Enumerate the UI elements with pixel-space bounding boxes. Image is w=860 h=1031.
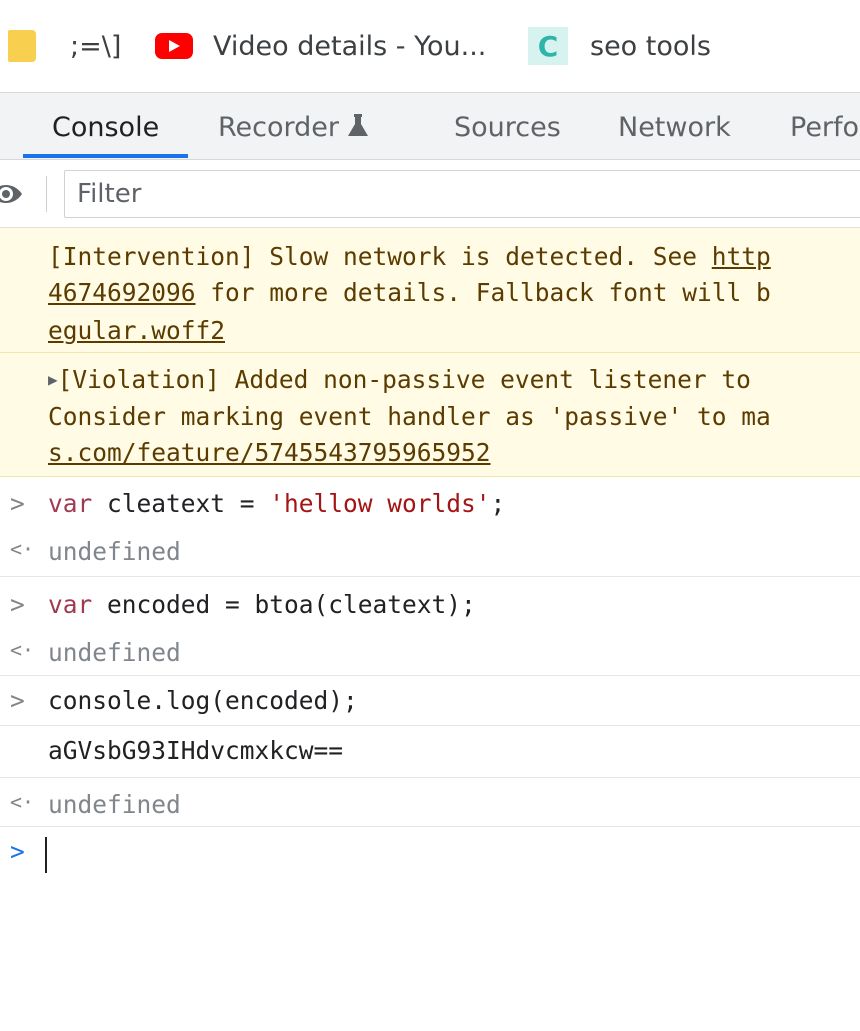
bookmarks-bar: ;=\] Video details - You... C seo tools bbox=[0, 0, 860, 92]
bookmark-folder[interactable]: ;=\] bbox=[8, 22, 121, 70]
bookmark-seo-label: seo tools bbox=[590, 30, 711, 62]
console-filter-bar bbox=[0, 160, 860, 228]
code-text: cleatext = bbox=[92, 489, 270, 518]
console-input-line: var cleatext = 'hellow worlds'; bbox=[48, 489, 505, 518]
bookmark-youtube-video-details[interactable]: Video details - You... bbox=[155, 22, 486, 70]
log-output-text: aGVsbG93IHdvcmxkcw== bbox=[48, 736, 344, 765]
code-text: encoded = btoa(cleatext); bbox=[92, 590, 476, 619]
warning-link[interactable]: http bbox=[712, 242, 771, 271]
active-tab-indicator bbox=[23, 154, 188, 158]
warning-text: [Violation] Added non-passive event list… bbox=[57, 365, 751, 394]
prompt-chevron-icon: > bbox=[10, 837, 25, 866]
devtools-tab-bar: Console Recorder Sources Network Perfo bbox=[0, 92, 860, 160]
warning-text: [Intervention] Slow network is detected.… bbox=[48, 242, 712, 271]
console-entry: > var encoded = btoa(cleatext); <· undef… bbox=[0, 577, 860, 676]
console-entry: > console.log(encoded); bbox=[0, 676, 860, 726]
warning-line: s.com/feature/5745543795965952 bbox=[48, 438, 491, 467]
folder-icon bbox=[8, 30, 36, 62]
keyword: var bbox=[48, 590, 93, 619]
eye-icon[interactable] bbox=[0, 180, 24, 212]
youtube-icon bbox=[155, 33, 193, 59]
result-arrow-icon: <· bbox=[10, 638, 35, 662]
warning-line: ▶[Violation] Added non-passive event lis… bbox=[48, 365, 751, 394]
bookmark-seo-tools[interactable]: C seo tools bbox=[528, 22, 711, 70]
text-cursor bbox=[45, 837, 47, 873]
console-input-line: var encoded = btoa(cleatext); bbox=[48, 590, 476, 619]
tab-performance-label: Perfo bbox=[790, 112, 860, 143]
tab-console[interactable]: Console bbox=[52, 93, 159, 159]
warning-link[interactable]: s.com/feature/5745543795965952 bbox=[48, 438, 491, 467]
expand-triangle-icon[interactable]: ▶ bbox=[48, 370, 58, 389]
tab-recorder[interactable]: Recorder bbox=[218, 93, 369, 159]
filter-input[interactable] bbox=[64, 170, 860, 218]
console-result: undefined bbox=[48, 638, 181, 667]
input-prompt-icon: > bbox=[10, 686, 25, 715]
warning-text: for more details. Fallback font will b bbox=[195, 278, 771, 307]
console-result: undefined bbox=[48, 537, 181, 566]
flask-icon bbox=[347, 95, 369, 159]
warning-line: [Intervention] Slow network is detected.… bbox=[48, 242, 771, 271]
code-text: console.log(encoded); bbox=[48, 686, 358, 715]
console-result: undefined bbox=[48, 790, 181, 819]
tab-network-label: Network bbox=[618, 112, 731, 143]
input-prompt-icon: > bbox=[10, 489, 25, 518]
warning-text: Consider marking event handler as 'passi… bbox=[48, 402, 771, 431]
warning-line: egular.woff2 bbox=[48, 316, 225, 345]
console-input-line: console.log(encoded); bbox=[48, 686, 358, 715]
tab-network[interactable]: Network bbox=[618, 93, 731, 159]
console-entry: > var cleatext = 'hellow worlds'; <· und… bbox=[0, 477, 860, 577]
bookmark-youtube-label: Video details - You... bbox=[213, 30, 487, 62]
tab-recorder-label: Recorder bbox=[218, 112, 339, 143]
tab-console-label: Console bbox=[52, 112, 160, 143]
violation-warning[interactable]: ▶[Violation] Added non-passive event lis… bbox=[0, 353, 860, 477]
tab-performance[interactable]: Perfo bbox=[790, 93, 859, 159]
result-arrow-icon: <· bbox=[10, 790, 35, 814]
string-literal: 'hellow worlds' bbox=[269, 489, 491, 518]
bookmark-folder-label: ;=\] bbox=[70, 30, 122, 62]
console-log-output: aGVsbG93IHdvcmxkcw== bbox=[0, 726, 860, 778]
warning-line: Consider marking event handler as 'passi… bbox=[48, 402, 771, 431]
tab-sources[interactable]: Sources bbox=[454, 93, 561, 159]
console-prompt[interactable]: > bbox=[0, 827, 860, 887]
input-prompt-icon: > bbox=[10, 590, 25, 619]
warning-link[interactable]: 4674692096 bbox=[48, 278, 196, 307]
warning-line: 4674692096 for more details. Fallback fo… bbox=[48, 278, 771, 307]
toolbar-divider bbox=[46, 176, 47, 212]
letter-c-icon: C bbox=[528, 27, 568, 65]
console-entry: <· undefined bbox=[0, 778, 860, 827]
keyword: var bbox=[48, 489, 93, 518]
result-arrow-icon: <· bbox=[10, 537, 35, 561]
tab-sources-label: Sources bbox=[454, 112, 561, 143]
code-text: ; bbox=[490, 489, 506, 518]
warning-link[interactable]: egular.woff2 bbox=[48, 316, 225, 345]
intervention-warning: [Intervention] Slow network is detected.… bbox=[0, 228, 860, 353]
